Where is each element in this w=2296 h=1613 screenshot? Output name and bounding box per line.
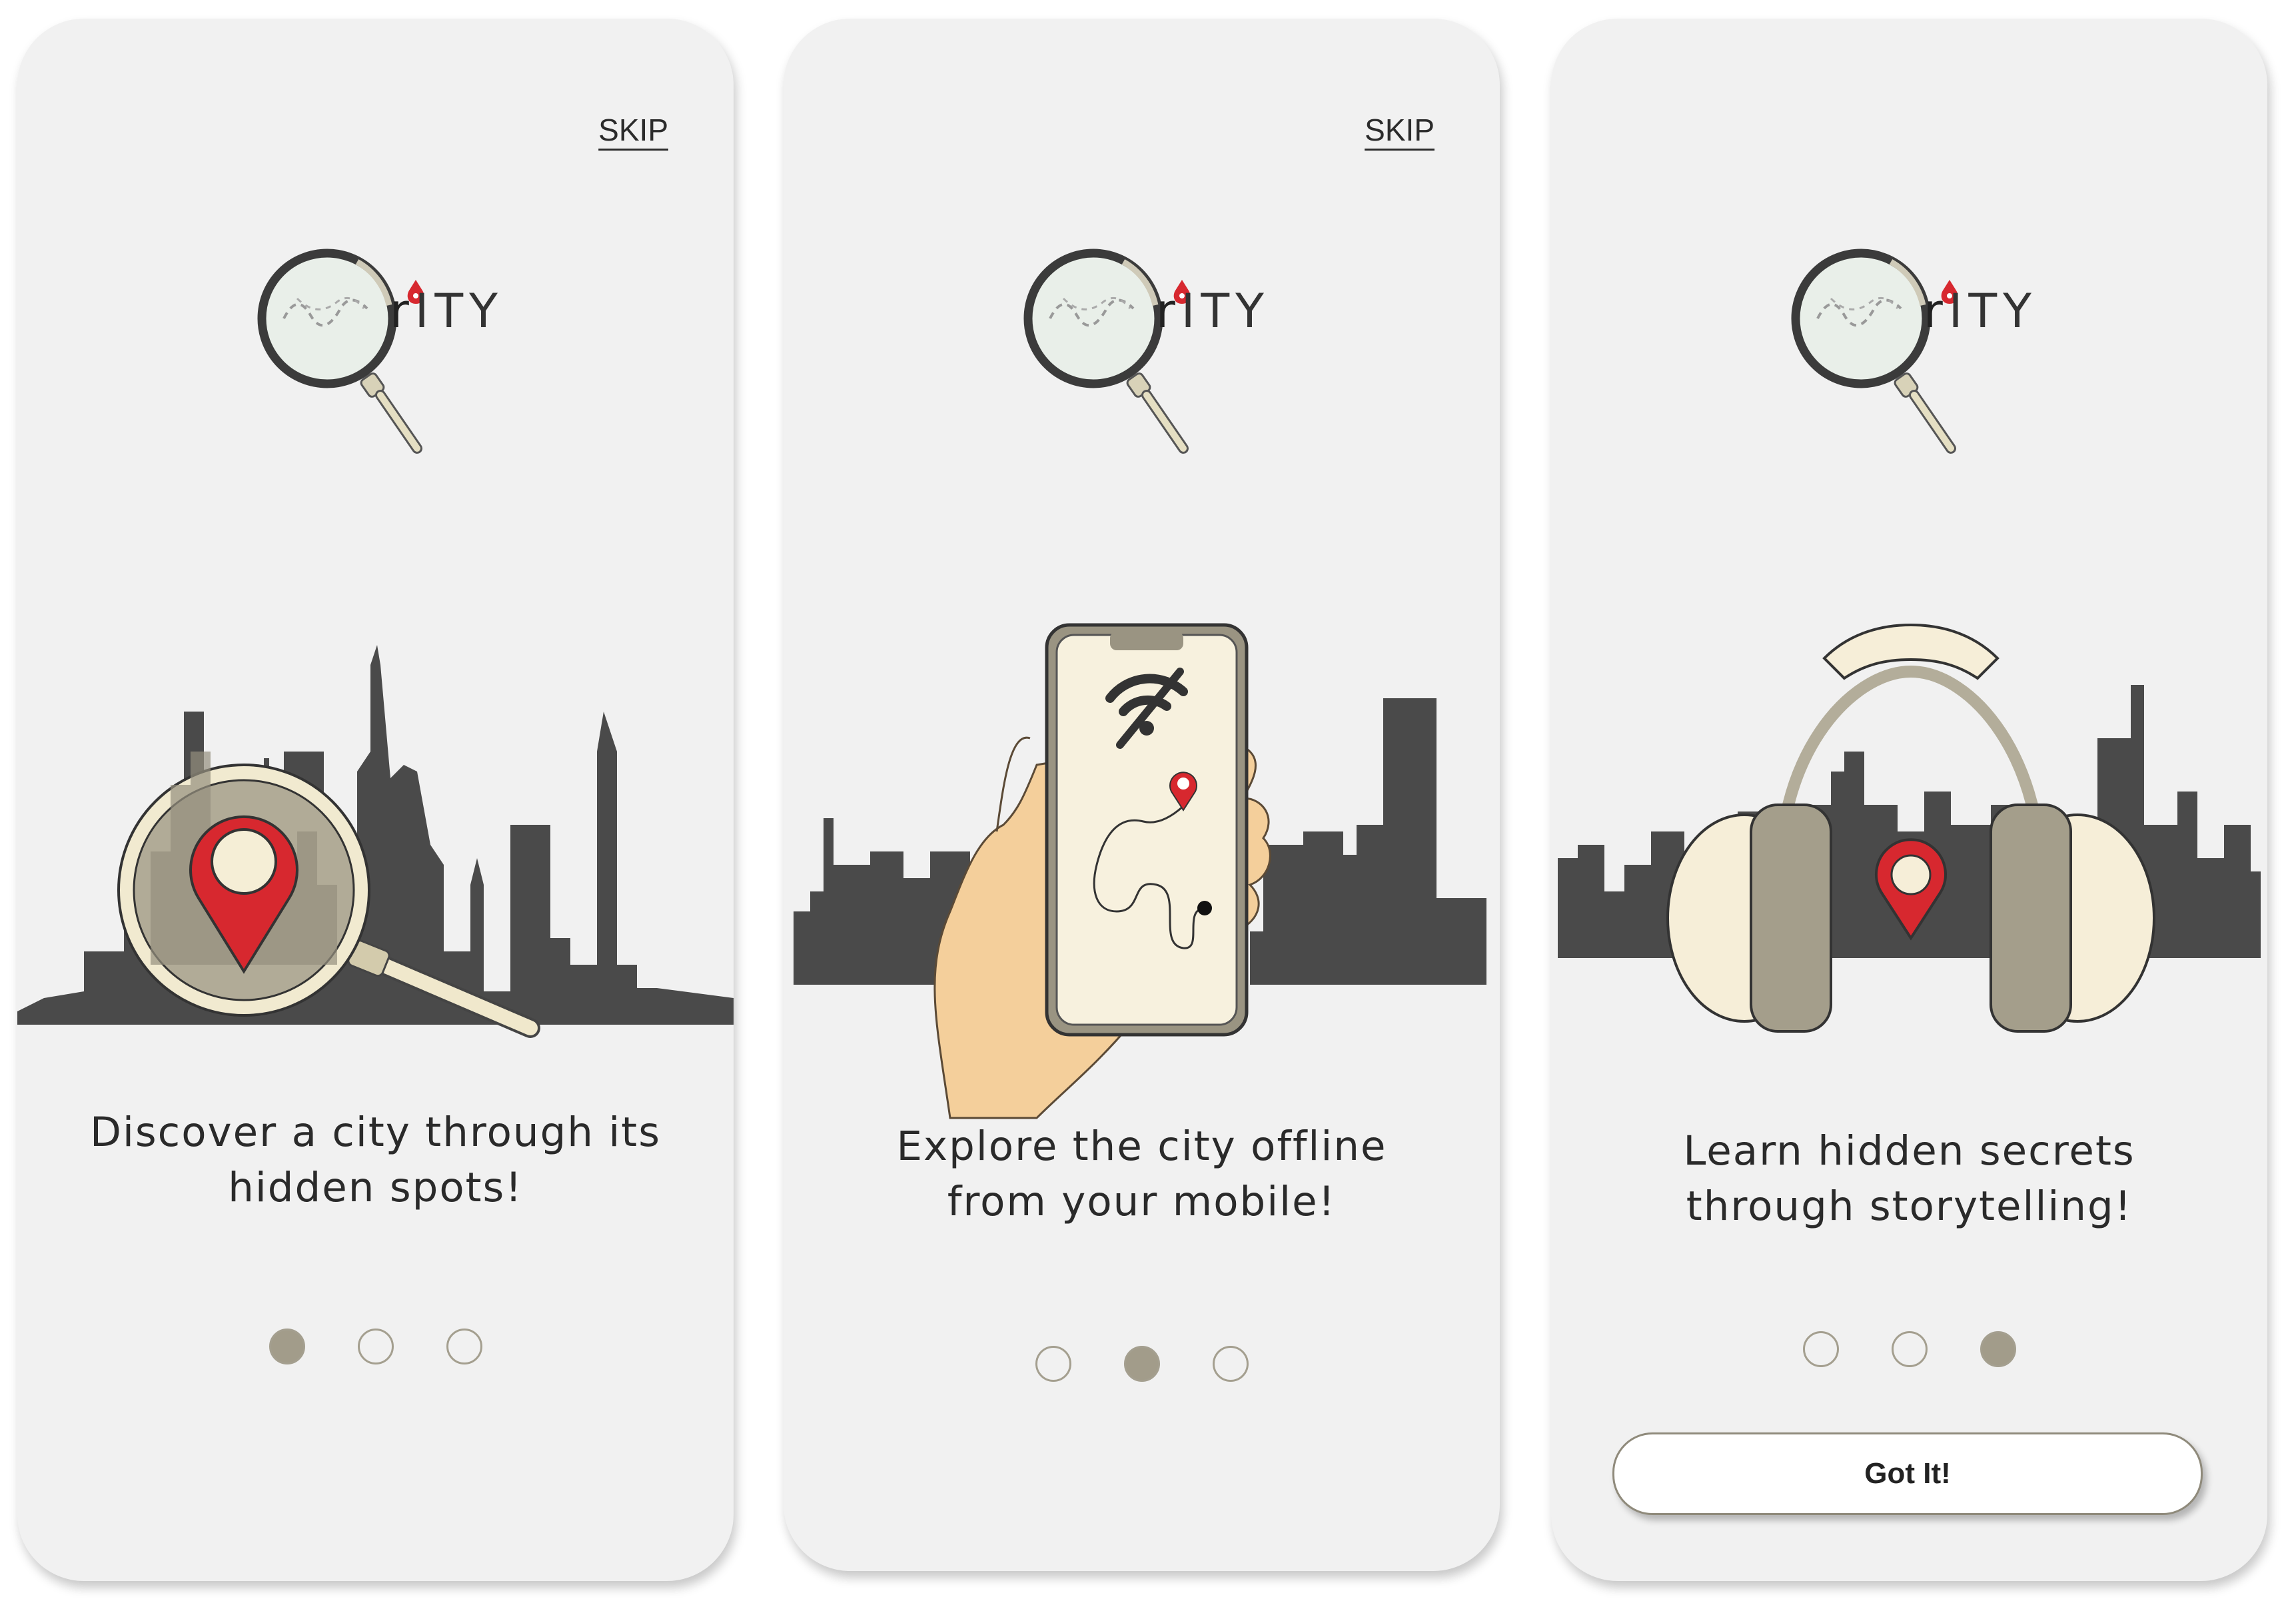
magnifier-skyline-illustration <box>17 618 734 1085</box>
skip-button[interactable]: SKIP <box>1365 112 1435 148</box>
page-dot-3[interactable] <box>1212 1346 1249 1382</box>
onboarding-caption: Discover a city through its hidden spots… <box>89 1109 662 1211</box>
magnifier-logo-icon <box>257 249 424 454</box>
magnifier-logo-icon <box>1023 249 1191 454</box>
page-dot-1[interactable] <box>1802 1331 1839 1367</box>
page-dot-2[interactable] <box>1123 1346 1160 1382</box>
onboarding-caption: Explore the city offline from your mobil… <box>896 1123 1387 1225</box>
logo-wordmark: rITY <box>390 284 504 338</box>
app-logo: rITY <box>257 219 510 478</box>
skip-button[interactable]: SKIP <box>598 112 668 148</box>
app-logo: rITY <box>1791 219 2044 478</box>
logo-wordmark: rITY <box>1156 284 1270 338</box>
headphones-skyline-illustration <box>1551 605 2267 1071</box>
logo-wordmark: rITY <box>1924 284 2037 338</box>
onboarding-caption: Learn hidden secrets through storytellin… <box>1683 1127 2135 1230</box>
magnifier-logo-icon <box>1791 249 1958 454</box>
phone-offline-illustration <box>784 598 1500 1131</box>
page-dot-3[interactable] <box>1980 1331 2016 1367</box>
got-it-button[interactable]: Got It! <box>1612 1432 2203 1515</box>
page-dot-2[interactable] <box>357 1329 394 1364</box>
app-logo: rITY <box>1023 219 1277 478</box>
page-dot-1[interactable] <box>1035 1346 1071 1382</box>
page-indicator <box>17 1329 734 1364</box>
onboarding-screen-offline: SKIP rITY Explore the city offline from … <box>784 19 1500 1571</box>
page-dot-2[interactable] <box>1891 1331 1928 1367</box>
page-dot-3[interactable] <box>446 1329 482 1364</box>
page-indicator <box>784 1346 1500 1382</box>
onboarding-screen-storytelling: rITY Learn hidden secrets through storyt… <box>1551 19 2267 1581</box>
page-indicator <box>1551 1331 2267 1367</box>
onboarding-screen-discover: SKIP rITY Discover a city through its hi… <box>17 19 734 1581</box>
page-dot-1[interactable] <box>269 1329 305 1364</box>
